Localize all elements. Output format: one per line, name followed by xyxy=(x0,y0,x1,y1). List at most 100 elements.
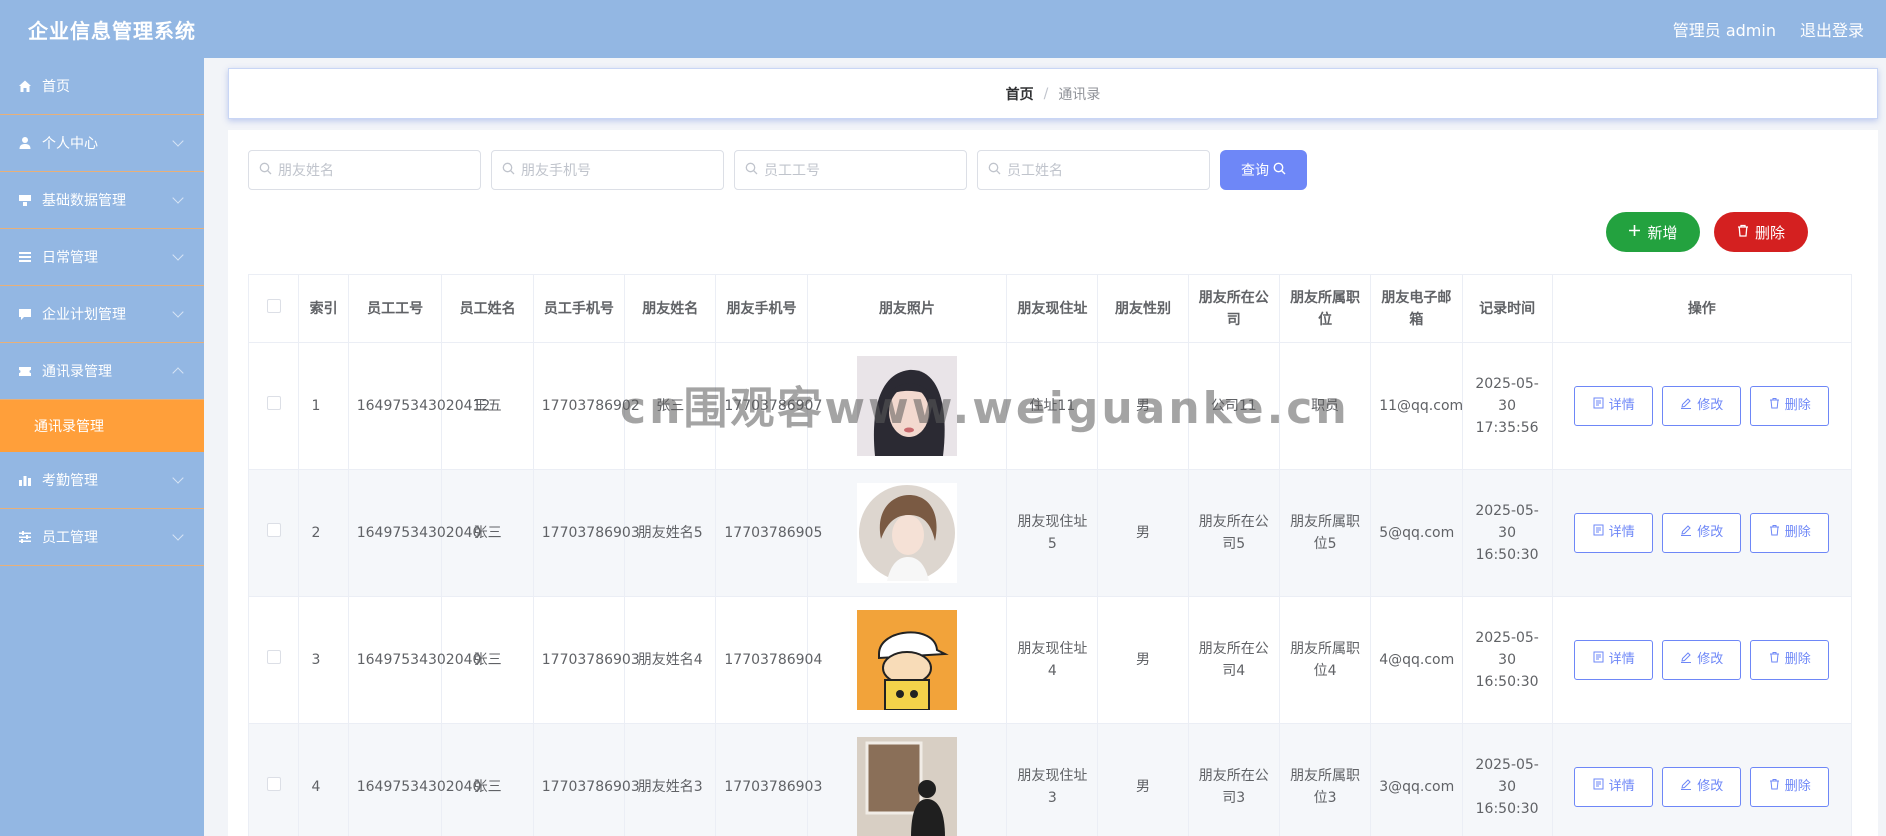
col-header: 朋友所属职位 xyxy=(1278,274,1372,343)
cell-email: 3@qq.com xyxy=(1370,723,1463,836)
row-checkbox[interactable] xyxy=(266,650,281,664)
col-header: 记录时间 xyxy=(1461,274,1553,343)
delete-label: 删除 xyxy=(1784,398,1811,413)
table-header-row: 索引 员工工号 员工姓名 员工手机号 朋友姓名 朋友手机号 朋友照片 朋友现住址… xyxy=(247,274,1853,343)
emp-name-input[interactable]: 员工姓名 xyxy=(977,150,1210,190)
edit-button[interactable]: 修改 xyxy=(1662,386,1742,426)
content-panel: 朋友姓名 朋友手机号 员工工号 员工姓名 查询 新增 删除 索引 员工工号 员工… xyxy=(228,130,1878,836)
query-button[interactable]: 查询 xyxy=(1220,150,1307,190)
sidebar-item-personal-center[interactable]: 个人中心 xyxy=(0,115,204,172)
col-header: 朋友所在公司 xyxy=(1187,274,1280,343)
friend-photo xyxy=(856,737,957,836)
emp-no-input[interactable]: 员工工号 xyxy=(734,150,967,190)
edit-icon xyxy=(1680,522,1692,544)
logout-link[interactable]: 退出登录 xyxy=(1800,17,1864,41)
detail-label: 详情 xyxy=(1608,652,1635,667)
row-checkbox[interactable] xyxy=(266,777,281,791)
table-row: 3 16497534302040 张三 17703786903 朋友姓名4 17… xyxy=(247,596,1853,724)
sidebar-item-employees[interactable]: 员工管理 xyxy=(0,509,204,566)
sidebar-item-label: 基础数据管理 xyxy=(42,193,126,209)
add-button[interactable]: 新增 xyxy=(1606,212,1700,252)
query-button-label: 查询 xyxy=(1241,163,1269,179)
sidebar-item-attendance[interactable]: 考勤管理 xyxy=(0,452,204,509)
row-checkbox[interactable] xyxy=(266,523,281,537)
sidebar-subitem-contacts[interactable]: 通讯录管理 xyxy=(0,400,204,452)
col-header: 朋友现住址 xyxy=(1006,274,1099,343)
cell-friend-photo xyxy=(806,342,1008,470)
row-select-cell xyxy=(247,342,300,470)
row-checkbox[interactable] xyxy=(266,396,281,410)
detail-button[interactable]: 详情 xyxy=(1574,386,1654,426)
sidebar-item-plan[interactable]: 企业计划管理 xyxy=(0,286,204,343)
cell-address: 朋友现住址3 xyxy=(1006,723,1099,836)
sidebar-item-basic-data[interactable]: 基础数据管理 xyxy=(0,172,204,229)
cell-gender: 男 xyxy=(1097,342,1189,470)
trash-icon xyxy=(1769,522,1780,544)
cell-email: 11@qq.com xyxy=(1370,342,1463,470)
detail-button[interactable]: 详情 xyxy=(1574,513,1654,553)
table-row: 1 164975343020412 王五 17703786902 张三 1770… xyxy=(247,342,1853,470)
current-user-label[interactable]: 管理员 admin xyxy=(1673,17,1776,41)
delete-button[interactable]: 删除 xyxy=(1750,386,1830,426)
table-row: 4 16497534302040 张三 17703786903 朋友姓名3 17… xyxy=(247,723,1853,836)
cell-time: 2025-05-30 17:35:56 xyxy=(1461,342,1553,470)
breadcrumb-home[interactable]: 首页 xyxy=(1006,84,1034,104)
delete-button[interactable]: 删除 xyxy=(1750,513,1830,553)
edit-button[interactable]: 修改 xyxy=(1662,513,1742,553)
sidebar-item-daily[interactable]: 日常管理 xyxy=(0,229,204,286)
cell-emp-phone: 17703786903 xyxy=(532,596,640,724)
batch-delete-button[interactable]: 删除 xyxy=(1714,212,1808,252)
select-all-checkbox[interactable] xyxy=(266,298,281,313)
sidebar-item-home[interactable]: 首页 xyxy=(0,58,204,115)
edit-button[interactable]: 修改 xyxy=(1662,640,1742,680)
detail-label: 详情 xyxy=(1608,779,1635,794)
cell-email: 4@qq.com xyxy=(1370,596,1463,724)
edit-label: 修改 xyxy=(1697,652,1724,667)
friend-phone-placeholder: 朋友手机号 xyxy=(521,163,591,179)
edit-button[interactable]: 修改 xyxy=(1662,767,1742,807)
sidebar-item-contacts[interactable]: 通讯录管理 xyxy=(0,343,204,400)
search-icon xyxy=(259,162,272,179)
breadcrumb-current: 通讯录 xyxy=(1058,86,1101,103)
col-header: 朋友姓名 xyxy=(624,274,717,343)
delete-label: 删除 xyxy=(1784,525,1811,540)
trash-icon xyxy=(1769,395,1780,417)
cell-friend-name: 朋友姓名4 xyxy=(624,596,717,724)
chevron-down-icon xyxy=(172,192,184,204)
document-icon xyxy=(1593,776,1604,798)
cell-company: 公司11 xyxy=(1187,342,1280,470)
sidebar-item-label: 企业计划管理 xyxy=(42,307,126,323)
cell-index: 4 xyxy=(298,723,349,836)
sidebar-item-label: 日常管理 xyxy=(42,250,98,266)
cell-friend-name: 朋友姓名3 xyxy=(624,723,717,836)
contacts-table: 索引 员工工号 员工姓名 员工手机号 朋友姓名 朋友手机号 朋友照片 朋友现住址… xyxy=(247,274,1853,836)
detail-button[interactable]: 详情 xyxy=(1574,767,1654,807)
cell-company: 朋友所在公司5 xyxy=(1187,469,1280,597)
col-header: 索引 xyxy=(298,274,349,343)
delete-button[interactable]: 删除 xyxy=(1750,767,1830,807)
edit-icon xyxy=(1680,776,1692,798)
friend-name-input[interactable]: 朋友姓名 xyxy=(248,150,481,190)
friend-phone-input[interactable]: 朋友手机号 xyxy=(491,150,724,190)
search-bar: 朋友姓名 朋友手机号 员工工号 员工姓名 查询 xyxy=(248,150,1307,190)
detail-button[interactable]: 详情 xyxy=(1574,640,1654,680)
cell-friend-phone: 17703786904 xyxy=(715,596,822,724)
sidebar-item-label: 首页 xyxy=(42,79,70,95)
chevron-down-icon xyxy=(172,135,184,147)
cell-position: 朋友所属职位3 xyxy=(1278,723,1372,836)
search-icon xyxy=(988,162,1001,179)
cell-emp-phone: 17703786903 xyxy=(532,469,640,597)
sidebar-item-label: 通讯录管理 xyxy=(42,364,112,380)
cell-address: 朋友现住址4 xyxy=(1006,596,1099,724)
search-icon xyxy=(745,162,758,179)
cell-time: 2025-05-30 16:50:30 xyxy=(1461,469,1553,597)
sidebar-item-label: 考勤管理 xyxy=(42,473,98,489)
table-row: 2 16497534302040 张三 17703786903 朋友姓名5 17… xyxy=(247,469,1853,597)
delete-button[interactable]: 删除 xyxy=(1750,640,1830,680)
cell-friend-phone: 17703786903 xyxy=(715,723,822,836)
col-header: 员工工号 xyxy=(347,274,443,343)
friend-photo xyxy=(856,356,957,456)
cell-friend-photo xyxy=(806,469,1008,597)
cell-index: 3 xyxy=(298,596,349,724)
top-bar: 企业信息管理系统 管理员 admin 退出登录 xyxy=(0,0,1886,58)
